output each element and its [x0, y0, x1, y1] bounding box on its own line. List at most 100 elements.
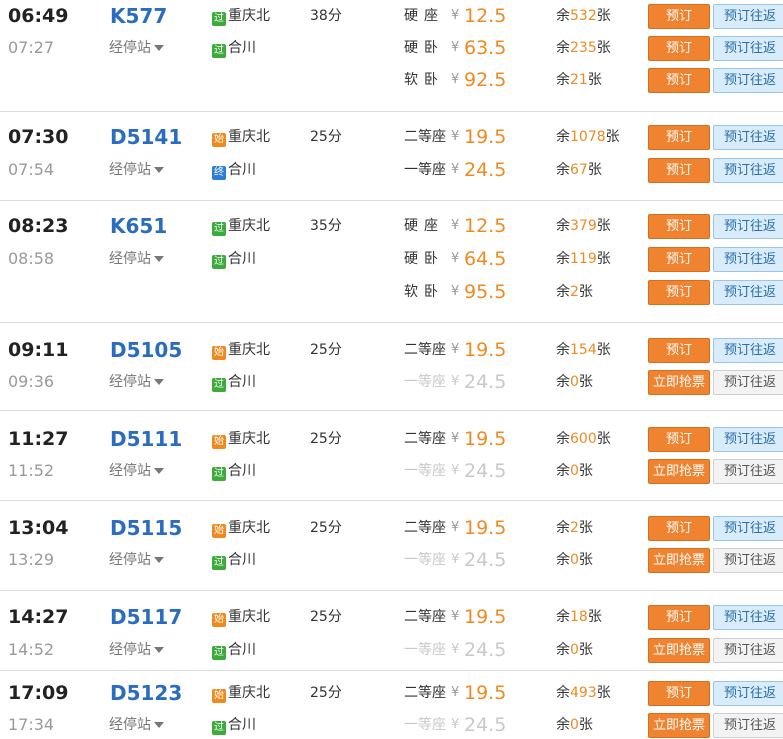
- roundtrip-button[interactable]: 预订往返: [713, 459, 783, 484]
- departure-station[interactable]: 始重庆北: [212, 679, 270, 707]
- stops-dropdown[interactable]: 经停站: [109, 636, 164, 664]
- grab-ticket-button[interactable]: 立即抢票: [648, 638, 710, 663]
- arrival-station[interactable]: 过合川: [212, 546, 256, 574]
- train-number[interactable]: D5111: [110, 425, 182, 453]
- stops-dropdown[interactable]: 经停站: [109, 156, 164, 184]
- departure-station[interactable]: 过重庆北: [212, 212, 270, 240]
- roundtrip-button[interactable]: 预订往返: [713, 681, 783, 706]
- roundtrip-button[interactable]: 预订往返: [713, 338, 783, 363]
- stops-dropdown[interactable]: 经停站: [109, 457, 164, 485]
- stops-dropdown[interactable]: 经停站: [109, 34, 164, 62]
- chevron-down-icon: [154, 379, 164, 385]
- stops-dropdown[interactable]: 经停站: [109, 245, 164, 273]
- train-number[interactable]: D5117: [110, 603, 182, 631]
- grab-ticket-button[interactable]: 立即抢票: [648, 548, 710, 573]
- departure-station[interactable]: 始重庆北: [212, 514, 270, 542]
- roundtrip-button[interactable]: 预订往返: [713, 36, 783, 61]
- book-button[interactable]: 预订: [648, 68, 710, 93]
- book-button[interactable]: 预订: [648, 214, 710, 239]
- ticket-price: 19.5: [464, 126, 507, 148]
- station-name: 重庆北: [228, 685, 270, 701]
- train-number[interactable]: K651: [110, 212, 167, 240]
- train-number[interactable]: D5115: [110, 514, 182, 542]
- roundtrip-button[interactable]: 预订往返: [713, 247, 783, 272]
- train-number[interactable]: D5123: [110, 679, 182, 707]
- departure-station[interactable]: 过重庆北: [212, 2, 270, 30]
- duration: 25分: [310, 685, 342, 701]
- roundtrip-button[interactable]: 预订往返: [713, 427, 783, 452]
- station-type-badge: 过: [212, 222, 226, 236]
- book-button[interactable]: 预订: [648, 4, 710, 29]
- seat-type: 一等座: [404, 552, 446, 568]
- seat-type: 软卧: [404, 284, 444, 300]
- duration: 25分: [310, 520, 342, 536]
- seat-type: 一等座: [404, 717, 446, 733]
- stops-dropdown[interactable]: 经停站: [109, 368, 164, 396]
- remaining-prefix: 余: [556, 717, 570, 733]
- station-name: 重庆北: [228, 129, 270, 145]
- remaining-suffix: 张: [578, 642, 593, 658]
- departure-station[interactable]: 始重庆北: [212, 336, 270, 364]
- remaining-tickets: 余119张: [556, 245, 611, 273]
- roundtrip-button[interactable]: 预订往返: [713, 370, 783, 395]
- roundtrip-button[interactable]: 预订往返: [713, 158, 783, 183]
- station-name: 合川: [228, 40, 256, 56]
- roundtrip-button[interactable]: 预订往返: [713, 214, 783, 239]
- arrival-station[interactable]: 过合川: [212, 245, 256, 273]
- ticket-price: 63.5: [464, 37, 507, 59]
- grab-ticket-button[interactable]: 立即抢票: [648, 459, 710, 484]
- roundtrip-button[interactable]: 预订往返: [713, 605, 783, 630]
- arrival-station[interactable]: 过合川: [212, 368, 256, 396]
- departure-station[interactable]: 始重庆北: [212, 603, 270, 631]
- roundtrip-button[interactable]: 预订往返: [713, 516, 783, 541]
- book-button[interactable]: 预订: [648, 36, 710, 61]
- roundtrip-button[interactable]: 预订往返: [713, 68, 783, 93]
- arrival-time: 14:52: [8, 640, 55, 659]
- seat-row: 14:52 经停站 过合川 一等座 ¥24.5 余0张 立即抢票 预订往返: [0, 636, 783, 664]
- grab-ticket-button[interactable]: 立即抢票: [648, 370, 710, 395]
- remaining-prefix: 余: [556, 431, 570, 447]
- arrival-station[interactable]: 过合川: [212, 636, 256, 664]
- roundtrip-button[interactable]: 预订往返: [713, 638, 783, 663]
- arrival-station[interactable]: 终合川: [212, 156, 256, 184]
- duration: 25分: [310, 609, 342, 625]
- roundtrip-button[interactable]: 预订往返: [713, 280, 783, 305]
- station-name: 重庆北: [228, 520, 270, 536]
- book-button[interactable]: 预订: [648, 280, 710, 305]
- seat-row: 08:23 K651 过重庆北 35分 硬座 ¥12.5 余379张 预订 预订往返: [0, 212, 783, 240]
- train-number[interactable]: D5141: [110, 123, 182, 151]
- train-number[interactable]: D5105: [110, 336, 182, 364]
- book-button[interactable]: 预订: [648, 338, 710, 363]
- roundtrip-button[interactable]: 预订往返: [713, 125, 783, 150]
- station-type-badge: 始: [212, 435, 226, 449]
- remaining-tickets: 余0张: [556, 457, 593, 485]
- book-button[interactable]: 预订: [648, 158, 710, 183]
- roundtrip-button[interactable]: 预订往返: [713, 548, 783, 573]
- grab-ticket-button[interactable]: 立即抢票: [648, 713, 710, 738]
- arrival-station[interactable]: 过合川: [212, 711, 256, 739]
- book-button[interactable]: 预订: [648, 427, 710, 452]
- departure-station[interactable]: 始重庆北: [212, 123, 270, 151]
- book-button[interactable]: 预订: [648, 125, 710, 150]
- remaining-suffix: 张: [578, 520, 593, 536]
- stops-dropdown[interactable]: 经停站: [109, 711, 164, 739]
- departure-station[interactable]: 始重庆北: [212, 425, 270, 453]
- roundtrip-button[interactable]: 预订往返: [713, 713, 783, 738]
- book-button[interactable]: 预订: [648, 516, 710, 541]
- ticket-price: 24.5: [464, 371, 507, 393]
- book-button[interactable]: 预订: [648, 681, 710, 706]
- book-button[interactable]: 预订: [648, 605, 710, 630]
- remaining-count: 21: [570, 72, 588, 88]
- remaining-suffix: 张: [596, 431, 611, 447]
- remaining-suffix: 张: [596, 218, 611, 234]
- train-number[interactable]: K577: [110, 2, 167, 30]
- currency-symbol: ¥: [451, 218, 460, 233]
- book-button[interactable]: 预订: [648, 247, 710, 272]
- remaining-suffix: 张: [587, 162, 602, 178]
- stops-dropdown[interactable]: 经停站: [109, 546, 164, 574]
- arrival-station[interactable]: 过合川: [212, 34, 256, 62]
- roundtrip-button[interactable]: 预订往返: [713, 4, 783, 29]
- arrival-station[interactable]: 过合川: [212, 457, 256, 485]
- seat-type: 一等座: [404, 463, 446, 479]
- seat-type: 一等座: [404, 642, 446, 658]
